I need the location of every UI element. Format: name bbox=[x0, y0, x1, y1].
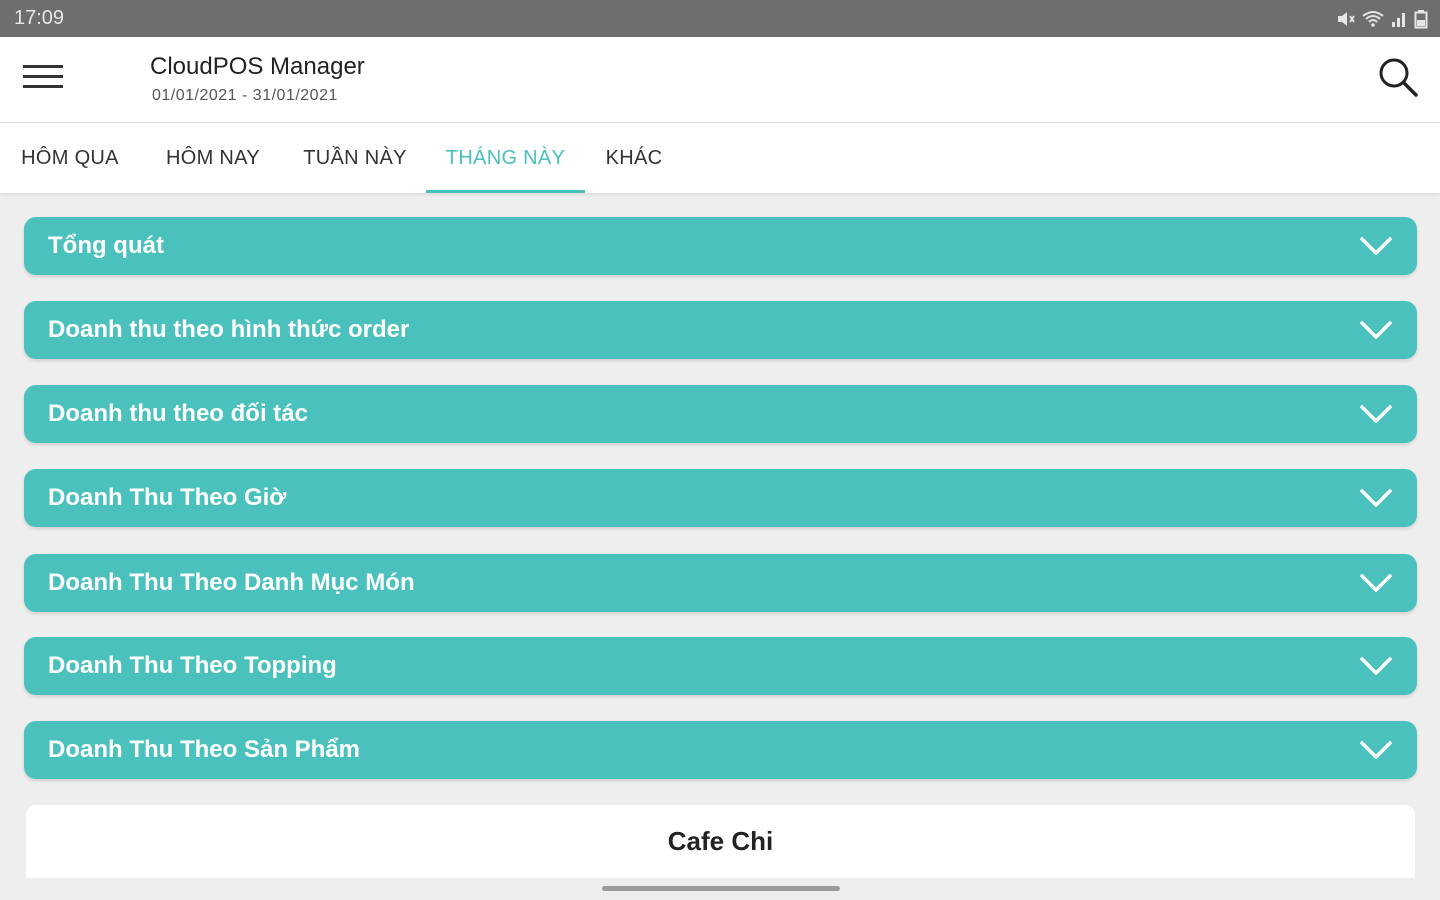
period-tabs: HÔM QUA HÔM NAY TUẦN NÀY THÁNG NÀY KHÁC bbox=[0, 123, 1440, 193]
section-doanh-thu-hinh-thuc-order[interactable]: Doanh thu theo hình thức order bbox=[24, 301, 1417, 359]
tab-tuan-nay[interactable]: TUẦN NÀY bbox=[284, 123, 426, 193]
hamburger-icon bbox=[23, 64, 63, 95]
section-doanh-thu-doi-tac[interactable]: Doanh thu theo đối tác bbox=[24, 385, 1417, 443]
tab-khac[interactable]: KHÁC bbox=[585, 123, 683, 193]
mute-icon bbox=[1336, 10, 1356, 28]
chevron-down-icon bbox=[1359, 573, 1393, 593]
store-name: Cafe Chi bbox=[667, 826, 774, 856]
status-bar: 17:09 bbox=[0, 0, 1440, 37]
app-bar: CloudPOS Manager 01/01/2021 - 31/01/2021 bbox=[0, 37, 1440, 123]
gesture-nav-handle[interactable] bbox=[602, 886, 840, 891]
section-label: Doanh Thu Theo Giờ bbox=[48, 484, 287, 511]
tab-hom-qua[interactable]: HÔM QUA bbox=[0, 123, 140, 193]
store-card: Cafe Chi bbox=[26, 805, 1415, 878]
wifi-icon bbox=[1362, 10, 1384, 28]
section-doanh-thu-gio[interactable]: Doanh Thu Theo Giờ bbox=[24, 469, 1417, 527]
section-tong-quat[interactable]: Tổng quát bbox=[24, 217, 1417, 275]
chevron-down-icon bbox=[1359, 488, 1393, 508]
search-button[interactable] bbox=[1374, 55, 1422, 103]
section-label: Doanh thu theo hình thức order bbox=[48, 316, 410, 343]
signal-icon bbox=[1390, 10, 1408, 28]
tab-thang-nay[interactable]: THÁNG NÀY bbox=[426, 123, 585, 193]
chevron-down-icon bbox=[1359, 236, 1393, 256]
battery-icon bbox=[1414, 9, 1428, 29]
date-range: 01/01/2021 - 31/01/2021 bbox=[152, 87, 338, 104]
section-label: Doanh thu theo đối tác bbox=[48, 400, 308, 427]
search-icon bbox=[1377, 56, 1419, 103]
section-label: Doanh Thu Theo Sản Phẩm bbox=[48, 736, 361, 763]
status-icons bbox=[1336, 9, 1428, 29]
section-label: Tổng quát bbox=[48, 232, 164, 259]
app-title: CloudPOS Manager bbox=[150, 53, 365, 80]
section-doanh-thu-danh-muc-mon[interactable]: Doanh Thu Theo Danh Mục Món bbox=[24, 554, 1417, 612]
section-doanh-thu-topping[interactable]: Doanh Thu Theo Topping bbox=[24, 637, 1417, 695]
chevron-down-icon bbox=[1359, 404, 1393, 424]
chevron-down-icon bbox=[1359, 320, 1393, 340]
chevron-down-icon bbox=[1359, 740, 1393, 760]
menu-button[interactable] bbox=[20, 59, 66, 99]
status-time: 17:09 bbox=[14, 7, 65, 29]
chevron-down-icon bbox=[1359, 656, 1393, 676]
section-doanh-thu-san-pham[interactable]: Doanh Thu Theo Sản Phẩm bbox=[24, 721, 1417, 779]
section-label: Doanh Thu Theo Topping bbox=[48, 652, 337, 679]
tab-hom-nay[interactable]: HÔM NAY bbox=[142, 123, 284, 193]
section-label: Doanh Thu Theo Danh Mục Món bbox=[48, 569, 415, 596]
